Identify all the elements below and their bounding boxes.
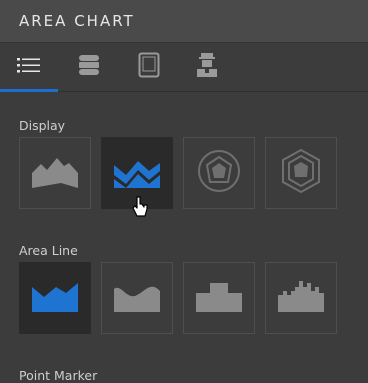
database-icon [78,54,100,80]
step-line-area-icon [195,279,243,317]
display-option-radar-hexagon[interactable] [265,137,337,209]
display-option-mountain[interactable] [19,137,91,209]
tab-data[interactable] [60,43,118,91]
segmented-step-area-icon [277,279,325,317]
mouse-cursor [131,196,149,220]
tablet-icon [138,52,160,82]
area-line-option-segmented-step[interactable] [265,262,337,334]
curved-line-area-icon [113,279,161,317]
panel-header: AREA CHART [0,0,368,43]
straight-line-area-icon [31,279,79,317]
display-section-label: Display [19,118,66,133]
point-marker-section-label: Point Marker [19,368,98,383]
mountain-icon [31,153,79,193]
tab-bar [0,43,368,92]
user-icon [196,52,218,82]
radar-hexagon-icon [279,148,323,198]
tab-list[interactable] [0,43,58,92]
area-chart-icon [113,153,161,193]
area-line-option-curved[interactable] [101,262,173,334]
radar-circle-icon [197,149,241,197]
display-option-radar-circle[interactable] [183,137,255,209]
area-line-section-label: Area Line [19,243,78,258]
tab-agent[interactable] [178,43,236,91]
area-line-option-step[interactable] [183,262,255,334]
panel-title: AREA CHART [19,12,135,30]
list-icon [17,57,41,77]
area-line-option-straight[interactable] [19,262,91,334]
tab-device[interactable] [120,43,178,91]
